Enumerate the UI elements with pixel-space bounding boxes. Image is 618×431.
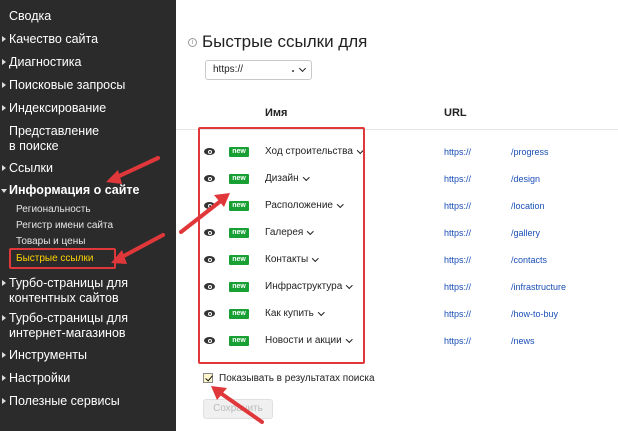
arrow-to-links-box: [179, 198, 224, 234]
arrow-to-checkbox: [217, 390, 264, 424]
arrow-to-site-info: [113, 156, 160, 180]
arrow-to-quick-links: [118, 233, 165, 260]
annotation-arrows: [106, 156, 264, 424]
arrowhead-icon: [106, 170, 122, 184]
